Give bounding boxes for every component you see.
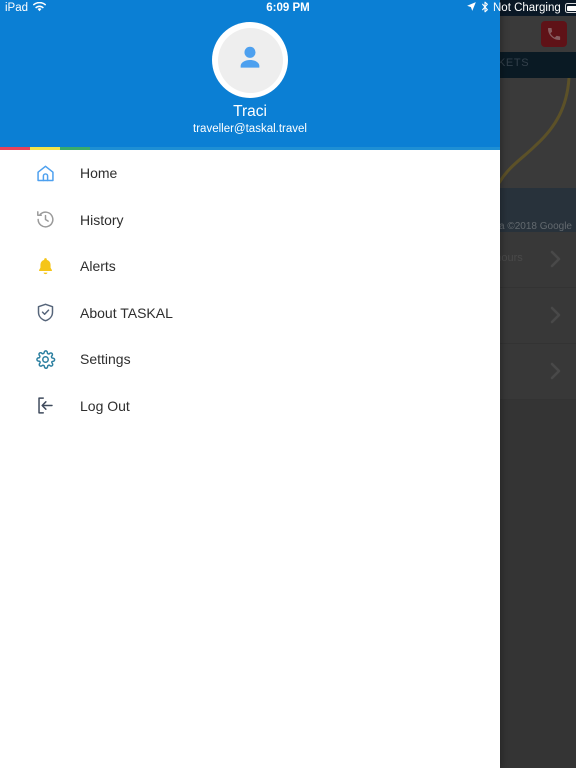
status-bar: iPad 6:09 PM [0, 0, 500, 16]
location-arrow-icon [466, 1, 477, 15]
bluetooth-icon [481, 1, 489, 16]
home-icon [34, 162, 56, 184]
phone-icon [546, 26, 562, 42]
avatar-inner-circle [217, 27, 283, 93]
call-button[interactable] [541, 21, 567, 47]
menu-item-history[interactable]: History [0, 197, 500, 244]
menu-item-label: About TASKAL [80, 304, 173, 321]
menu-item-log-out[interactable]: Log Out [0, 383, 500, 430]
profile-email: traveller@taskal.travel [193, 123, 307, 135]
menu-item-label: Home [80, 165, 118, 182]
drawer-header: iPad 6:09 PM Traci traveller@taskal.trav… [0, 0, 500, 150]
menu-item-alerts[interactable]: Alerts [0, 243, 500, 290]
menu-item-label: History [80, 211, 124, 228]
logout-icon [34, 395, 56, 417]
menu-item-label: Alerts [80, 258, 116, 275]
map-road-line [497, 78, 571, 184]
navigation-drawer: iPad 6:09 PM Traci traveller@taskal.trav… [0, 0, 500, 768]
status-bar-right: Not Charging [466, 0, 576, 16]
battery-icon [564, 3, 576, 13]
drawer-menu: Home History Alerts About TASKAL Setting… [0, 150, 500, 429]
menu-item-label: Settings [80, 351, 131, 368]
shield-check-icon [34, 302, 56, 324]
history-icon [34, 209, 56, 231]
person-avatar-icon [233, 41, 267, 80]
profile-name: Traci [233, 103, 267, 120]
gear-icon [34, 348, 56, 370]
avatar[interactable] [212, 22, 288, 98]
menu-item-about-taskal[interactable]: About TASKAL [0, 290, 500, 337]
chevron-right-icon [548, 304, 564, 331]
menu-item-settings[interactable]: Settings [0, 336, 500, 383]
battery-fill [567, 5, 576, 11]
screen: KETS p data ©2018 Google 24 hours iPad 6… [0, 0, 576, 768]
menu-item-label: Log Out [80, 397, 130, 414]
charging-status-label: Not Charging [493, 2, 561, 14]
chevron-right-icon [548, 360, 564, 387]
chevron-right-icon [548, 248, 564, 275]
background-tab-label: KETS [498, 57, 530, 69]
menu-item-home[interactable]: Home [0, 150, 500, 197]
bell-icon [34, 255, 56, 277]
